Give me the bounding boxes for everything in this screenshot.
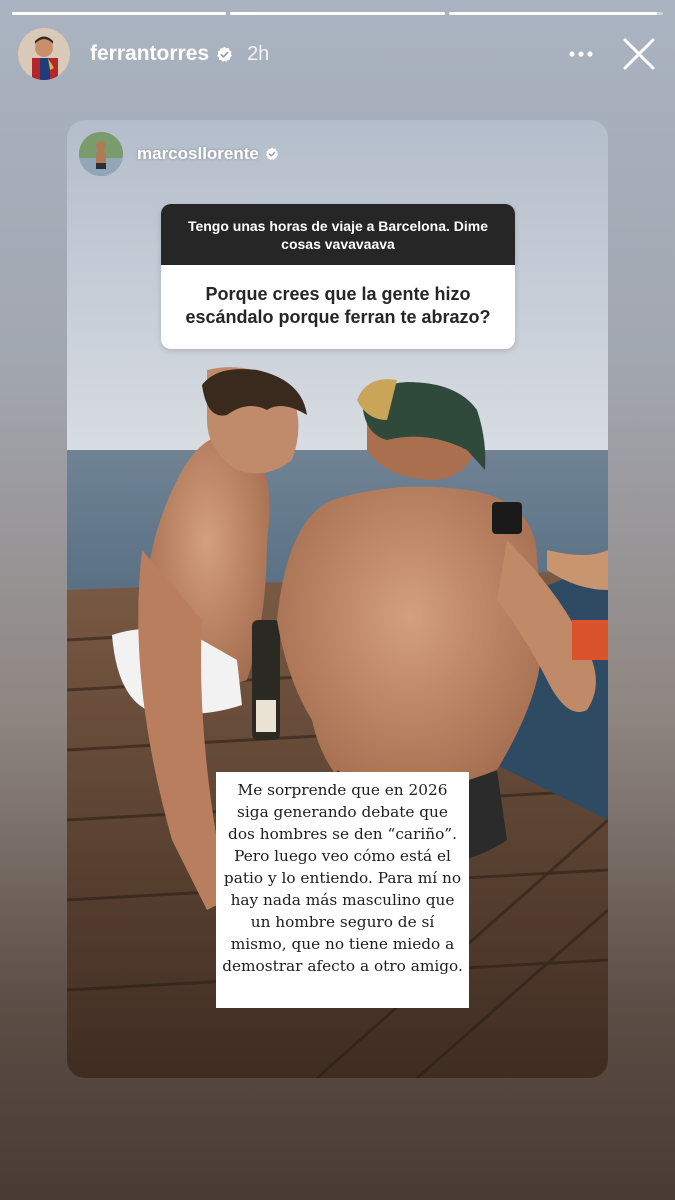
question-sticker: Tengo unas horas de viaje a Barcelona. D… <box>161 204 515 349</box>
shared-post-header: marcosllorente <box>79 132 279 176</box>
progress-segment-3 <box>448 12 663 15</box>
story-progress <box>12 12 663 15</box>
shared-post-username[interactable]: marcosllorente <box>137 144 259 164</box>
shared-post-card[interactable]: marcosllorente Tengo unas horas de viaje… <box>67 120 608 1078</box>
progress-segment-1 <box>12 12 227 15</box>
progress-segment-2 <box>230 12 445 15</box>
answer-text: Me sorprende que en 2026 siga generando … <box>216 772 469 1008</box>
question-prompt: Tengo unas horas de viaje a Barcelona. D… <box>161 204 515 265</box>
close-icon[interactable] <box>621 36 657 72</box>
avatar[interactable] <box>18 28 70 80</box>
verified-badge-icon <box>265 147 278 161</box>
more-options-icon[interactable] <box>567 42 595 66</box>
shared-post-avatar[interactable] <box>79 132 123 176</box>
story-header: ferrantorres 2h <box>18 28 657 80</box>
username[interactable]: ferrantorres <box>90 42 209 66</box>
question-text: Porque crees que la gente hizo escándalo… <box>161 265 515 349</box>
post-time: 2h <box>247 42 270 65</box>
verified-badge-icon <box>217 46 232 62</box>
